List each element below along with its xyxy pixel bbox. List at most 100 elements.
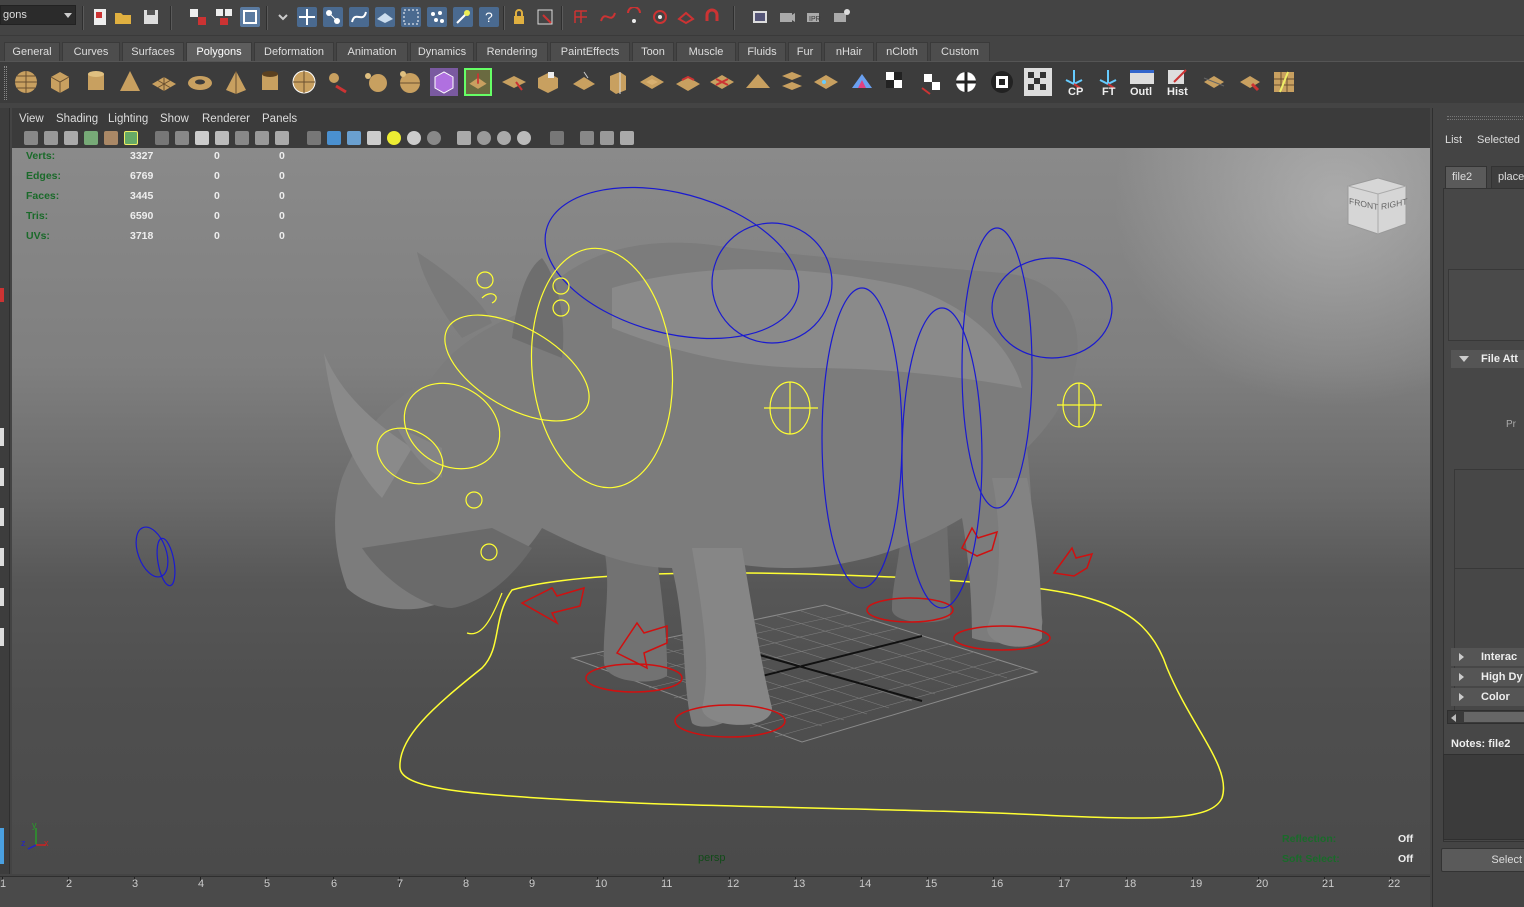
select-camera-icon[interactable]: [24, 131, 38, 145]
select-surfaces-icon[interactable]: [375, 7, 395, 27]
motion-blur-icon[interactable]: [517, 131, 531, 145]
bevel-icon[interactable]: [674, 68, 702, 96]
x-ray-joints-icon[interactable]: [477, 131, 491, 145]
two-d-pan-zoom-icon[interactable]: [104, 131, 118, 145]
separate-icon[interactable]: [326, 68, 354, 96]
grease-pencil-icon[interactable]: [124, 131, 138, 145]
tab-toon[interactable]: Toon: [632, 42, 674, 61]
smooth-icon[interactable]: [362, 68, 390, 96]
tab-custom[interactable]: Custom: [930, 42, 990, 61]
poke-face-icon[interactable]: [812, 68, 840, 96]
grid-icon[interactable]: [155, 131, 169, 145]
menu-show[interactable]: Show: [160, 113, 189, 125]
tab-general[interactable]: General: [4, 42, 60, 61]
safe-title-icon[interactable]: [275, 131, 289, 145]
tab-surfaces[interactable]: Surfaces: [122, 42, 184, 61]
tab-curves[interactable]: Curves: [62, 42, 120, 61]
collapse-arrow-icon[interactable]: [273, 7, 293, 27]
layout-toggle-icon[interactable]: [620, 131, 634, 145]
snap-to-grid-icon[interactable]: [571, 7, 591, 27]
menu-view[interactable]: View: [19, 113, 44, 125]
select-rendering-icon[interactable]: [453, 7, 473, 27]
tool-indicator[interactable]: [0, 428, 4, 446]
frame-interactive-placement[interactable]: Interac: [1451, 648, 1524, 666]
bookmarks-icon[interactable]: [64, 131, 78, 145]
menu-list[interactable]: List: [1445, 134, 1462, 146]
tool-indicator[interactable]: [0, 548, 4, 566]
bridge-icon[interactable]: [500, 68, 528, 96]
scene-canvas[interactable]: [12, 148, 1430, 874]
poly-cylinder-icon[interactable]: [82, 68, 110, 96]
frame-color-balance[interactable]: Color Ba: [1451, 688, 1524, 721]
extrude-icon[interactable]: [464, 68, 492, 96]
horizontal-scrollbar[interactable]: [1447, 710, 1524, 724]
view-cube[interactable]: FRONT RIGHT: [1344, 176, 1410, 238]
smooth-shade-icon[interactable]: [327, 131, 341, 145]
menu-shading[interactable]: Shading: [56, 113, 98, 125]
tab-painteffects[interactable]: PaintEffects: [550, 42, 630, 61]
select-button[interactable]: Select: [1441, 848, 1524, 872]
select-component-icon[interactable]: [240, 7, 260, 27]
lock-selection-icon[interactable]: [509, 7, 529, 27]
poly-sphere-icon[interactable]: [12, 68, 40, 96]
time-slider[interactable]: 1234567891011121314151617181920212223: [0, 876, 1466, 907]
sculpt-geometry-icon[interactable]: [848, 68, 876, 96]
panel-grip[interactable]: [1447, 116, 1524, 120]
ipr-render-icon[interactable]: IPR: [804, 7, 824, 27]
notes-field[interactable]: [1443, 754, 1524, 840]
wireframe-icon[interactable]: [307, 131, 321, 145]
open-scene-icon[interactable]: [113, 7, 133, 27]
tab-muscle[interactable]: Muscle: [676, 42, 736, 61]
snap-to-view-plane-icon[interactable]: [650, 7, 670, 27]
uv-texture-editor-icon[interactable]: [1024, 68, 1052, 96]
tool-indicator[interactable]: [0, 828, 4, 864]
select-edge-loop-icon[interactable]: [1236, 68, 1264, 96]
split-polygon-icon[interactable]: [570, 68, 598, 96]
collapse-icon[interactable]: [744, 68, 772, 96]
poly-cube-icon[interactable]: [46, 68, 74, 96]
shadows-icon[interactable]: [407, 131, 421, 145]
snap-to-curve-icon[interactable]: [598, 7, 618, 27]
x-ray-icon[interactable]: [457, 131, 471, 145]
automatic-mapping-icon[interactable]: [988, 68, 1016, 96]
gate-mask-icon[interactable]: [215, 131, 229, 145]
tab-dynamics[interactable]: Dynamics: [410, 42, 474, 61]
render-settings-icon[interactable]: [831, 7, 851, 27]
tab-fluids[interactable]: Fluids: [738, 42, 786, 61]
highlight-selection-icon[interactable]: [535, 7, 555, 27]
new-scene-icon[interactable]: [90, 7, 110, 27]
isolate-select-icon[interactable]: [550, 131, 564, 145]
node-tab-file2[interactable]: file2: [1445, 166, 1487, 188]
cylindrical-mapping-icon[interactable]: [918, 68, 946, 96]
poly-plane-icon[interactable]: [150, 68, 178, 96]
field-chart-icon[interactable]: [235, 131, 249, 145]
tab-polygons[interactable]: Polygons: [186, 42, 252, 61]
save-scene-icon[interactable]: [141, 7, 161, 27]
film-gate-icon[interactable]: [175, 131, 189, 145]
tab-animation[interactable]: Animation: [336, 42, 408, 61]
append-polygon-icon[interactable]: [534, 68, 562, 96]
select-handles-icon[interactable]: [297, 7, 317, 27]
menu-set-dropdown[interactable]: gons: [0, 5, 76, 25]
insert-edge-loop-icon[interactable]: [604, 68, 632, 96]
select-hierarchy-icon[interactable]: [188, 7, 208, 27]
textured-icon[interactable]: [367, 131, 381, 145]
select-joints-icon[interactable]: [323, 7, 343, 27]
select-deformations-icon[interactable]: [401, 7, 421, 27]
tool-indicator[interactable]: [0, 628, 4, 646]
select-dynamics-icon[interactable]: [427, 7, 447, 27]
tool-indicator[interactable]: [0, 288, 4, 302]
snap-magnet-icon[interactable]: [702, 7, 722, 27]
offset-edge-loop-icon[interactable]: [638, 68, 666, 96]
wireframe-on-shaded-icon[interactable]: [347, 131, 361, 145]
root-control-curve[interactable]: [399, 572, 1225, 819]
perspective-viewport[interactable]: y x z FRONT RIGHT Verts: 3327 0 0 Edges:…: [12, 148, 1430, 874]
menu-renderer[interactable]: Renderer: [202, 113, 250, 125]
planar-mapping-icon[interactable]: [882, 68, 910, 96]
spherical-mapping-icon[interactable]: [952, 68, 980, 96]
poly-pipe-icon[interactable]: [256, 68, 284, 96]
ambient-occlusion-icon[interactable]: [497, 131, 511, 145]
poly-cone-icon[interactable]: [116, 68, 144, 96]
menu-panels[interactable]: Panels: [262, 113, 297, 125]
camera-attributes-icon[interactable]: [44, 131, 58, 145]
